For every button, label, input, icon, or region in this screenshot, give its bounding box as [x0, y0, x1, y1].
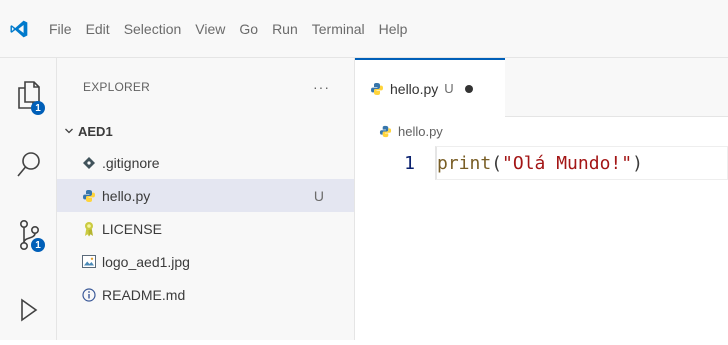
run-debug-icon [16, 294, 42, 345]
more-actions-icon[interactable]: ··· [313, 79, 330, 95]
python-icon [369, 81, 385, 97]
file-name: logo_aed1.jpg [102, 253, 190, 270]
untracked-badge: U [313, 187, 324, 204]
code-text[interactable]: print("Olá Mundo!") [435, 146, 728, 180]
file-name: .gitignore [102, 154, 160, 171]
breadcrumb-file[interactable]: hello.py [398, 124, 443, 139]
menu-file[interactable]: File [42, 17, 79, 41]
file-readme[interactable]: README.md [57, 278, 354, 311]
token-paren-open: ( [491, 152, 503, 174]
file-hello-py[interactable]: hello.py U [57, 179, 354, 212]
python-icon [81, 188, 97, 204]
file-name: README.md [102, 286, 186, 303]
tab-label: hello.py [390, 80, 439, 97]
token-string: "Olá Mundo!" [502, 152, 633, 174]
explorer-button[interactable]: 1 [0, 80, 57, 115]
explorer-badge: 1 [31, 101, 45, 115]
breadcrumb: hello.py [355, 117, 728, 145]
menu-view[interactable]: View [188, 17, 232, 41]
menu-run[interactable]: Run [265, 17, 305, 41]
activity-bar: 1 1 [0, 58, 57, 340]
license-icon [81, 221, 97, 237]
file-logo-jpg[interactable]: logo_aed1.jpg [57, 245, 354, 278]
file-license[interactable]: LICENSE [57, 212, 354, 245]
token-function: print [437, 152, 492, 174]
token-paren-close: ) [632, 152, 643, 174]
explorer-title: EXPLORER [83, 80, 150, 94]
explorer-sidebar: EXPLORER ··· AED1 .gitignore hello.py U [57, 58, 355, 340]
image-icon [81, 254, 97, 270]
code-line: 1 print("Olá Mundo!") [355, 145, 728, 181]
python-icon [377, 123, 393, 139]
menu-edit[interactable]: Edit [79, 17, 117, 41]
editor-tabs: hello.py U [355, 58, 728, 117]
menu-selection[interactable]: Selection [117, 17, 189, 41]
editor-area: hello.py U hello.py 1 print("Olá Mundo!"… [355, 58, 728, 340]
folder-aed1[interactable]: AED1 [57, 116, 354, 146]
gitignore-icon [81, 155, 97, 171]
chevron-down-icon [62, 126, 76, 136]
source-control-button[interactable]: 1 [0, 218, 57, 257]
line-number: 1 [404, 152, 415, 174]
menu-terminal[interactable]: Terminal [305, 17, 372, 41]
file-name: LICENSE [102, 220, 162, 237]
title-bar: File Edit Selection View Go Run Terminal… [0, 0, 728, 58]
folder-label: AED1 [78, 123, 113, 139]
search-icon [15, 150, 43, 185]
tab-untracked-badge: U [444, 81, 454, 96]
menu-bar: File Edit Selection View Go Run Terminal… [42, 17, 414, 41]
run-debug-button[interactable] [0, 294, 57, 345]
menu-help[interactable]: Help [372, 17, 415, 41]
source-control-badge: 1 [31, 238, 45, 252]
vscode-logo-icon [0, 19, 38, 39]
info-icon [81, 287, 97, 303]
file-gitignore[interactable]: .gitignore [57, 146, 354, 179]
search-button[interactable] [0, 150, 57, 185]
file-name: hello.py [102, 187, 151, 204]
unsaved-dot-icon[interactable] [464, 84, 473, 93]
tab-hello-py[interactable]: hello.py U [355, 58, 505, 117]
explorer-header: EXPLORER ··· [57, 58, 354, 116]
menu-go[interactable]: Go [232, 17, 265, 41]
